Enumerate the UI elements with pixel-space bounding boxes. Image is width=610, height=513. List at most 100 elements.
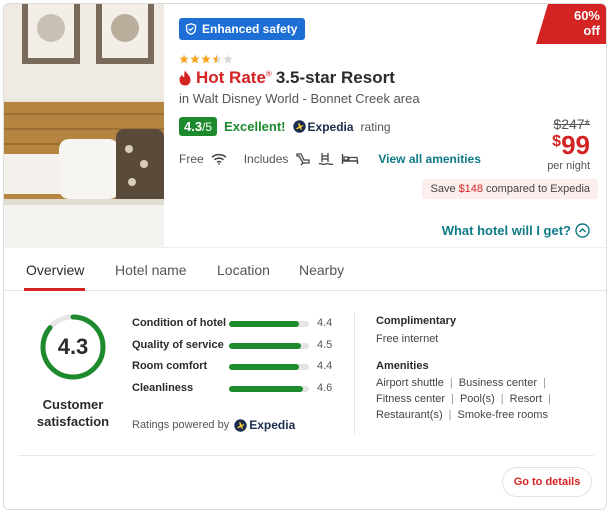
- active-tab-indicator: [24, 288, 85, 291]
- metric-row: Quality of service 4.5: [132, 339, 342, 355]
- metric-bar-track: [229, 364, 309, 370]
- metric-bar-track: [229, 386, 309, 392]
- hotel-location: in Walt Disney World - Bonnet Creek area: [179, 91, 420, 106]
- tab-hotel-name[interactable]: Hotel name: [115, 262, 187, 278]
- detail-tabs: Overview Hotel name Location Nearby: [4, 247, 606, 291]
- amenity-item: Smoke-free rooms: [457, 409, 548, 421]
- tab-location[interactable]: Location: [217, 262, 270, 278]
- complimentary-item: Free internet: [376, 333, 439, 345]
- metric-bar-fill: [229, 386, 303, 392]
- view-all-amenities-link[interactable]: View all amenities: [378, 152, 481, 166]
- save-suffix: compared to Expedia: [486, 183, 590, 195]
- tab-overview[interactable]: Overview: [26, 262, 84, 278]
- hotel-title-row[interactable]: Hot Rate® 3.5-star Resort: [178, 68, 395, 88]
- metric-bar-fill: [229, 343, 301, 349]
- amenity-separator: |: [451, 393, 454, 405]
- amenities-row: Free Includes View all amenities: [179, 152, 481, 166]
- powered-prefix: Ratings powered by: [132, 419, 230, 431]
- metric-label: Room comfort: [132, 360, 208, 372]
- save-amount: $148: [458, 183, 484, 195]
- amenities-line: Airport shuttle | Business center |: [376, 377, 552, 389]
- metric-row: Room comfort 4.4: [132, 360, 342, 376]
- expedia-plane-icon: [234, 418, 247, 432]
- discount-suffix: off: [583, 23, 600, 38]
- metric-row: Cleanliness 4.6: [132, 382, 342, 398]
- amenity-item: Restaurant(s): [376, 409, 443, 421]
- star-icon-full: [201, 54, 211, 64]
- what-hotel-label: What hotel will I get?: [441, 223, 571, 238]
- free-label: Free: [179, 152, 204, 166]
- price-value: 99: [561, 130, 590, 160]
- expedia-text: Expedia: [307, 119, 354, 134]
- satisfaction-score: 4.3: [57, 334, 89, 359]
- discount-value: 60%: [573, 8, 600, 23]
- amenities-line: Fitness center | Pool(s) | Resort |: [376, 393, 557, 405]
- shield-icon: [185, 23, 197, 35]
- amenity-separator: |: [449, 377, 453, 389]
- amenities-line: Restaurant(s) | Smoke-free rooms: [376, 409, 548, 421]
- price-currency: $: [552, 133, 562, 150]
- bed-icon: [342, 154, 359, 164]
- horizontal-divider: [18, 455, 594, 456]
- pool-icon: [319, 153, 334, 166]
- metric-value: 4.4: [317, 360, 333, 372]
- hotel-photo[interactable]: [4, 4, 164, 247]
- hot-rate-text: Hot Rate: [196, 68, 266, 87]
- amenity-item: Resort: [509, 393, 543, 405]
- metric-value: 4.5: [317, 339, 333, 351]
- current-price: $99: [552, 130, 590, 161]
- hotel-title: 3.5-star Resort: [275, 68, 395, 87]
- star-icon-full: [190, 54, 200, 64]
- rating-word: Excellent!: [224, 119, 286, 134]
- discount-text: 60% off: [550, 8, 600, 38]
- what-hotel-toggle[interactable]: What hotel will I get?: [442, 223, 590, 238]
- metric-label: Condition of hotel: [132, 317, 227, 329]
- star-icon-half: [212, 54, 222, 64]
- discount-ribbon: 60% off: [536, 4, 606, 44]
- complimentary-title: Complimentary: [376, 315, 457, 327]
- metric-row: Condition of hotel 4.4: [132, 317, 342, 333]
- hotel-photo-image: [4, 4, 164, 247]
- wifi-icon: [211, 153, 227, 165]
- tab-nearby[interactable]: Nearby: [299, 262, 344, 278]
- satisfaction-label-line2: satisfaction: [36, 414, 110, 429]
- rating-score-badge: 4.3/5: [179, 117, 218, 136]
- amenity-item: Business center: [458, 377, 537, 389]
- includes-label: Includes: [243, 152, 289, 166]
- star-rating: [179, 54, 233, 64]
- expedia-plane-icon: [292, 120, 306, 133]
- amenity-item: Pool(s): [459, 393, 495, 405]
- amenity-item: Fitness center: [376, 393, 446, 405]
- satisfaction-label: Customer satisfaction: [28, 396, 118, 430]
- metric-value: 4.4: [317, 317, 333, 329]
- rating-score: 4.3: [184, 119, 203, 134]
- metric-value: 4.6: [317, 382, 333, 394]
- rating-suffix: rating: [360, 119, 391, 134]
- hotel-card: 60% off Enhanced safety Hot Rate® 3.5-st…: [3, 3, 607, 510]
- hot-rate-label: Hot Rate®: [196, 68, 272, 88]
- amenity-item: Airport shuttle: [376, 377, 444, 389]
- amenity-separator: |: [500, 393, 504, 405]
- hot-rate-mark: ®: [265, 69, 272, 79]
- metric-bar-fill: [229, 321, 300, 327]
- star-icon-full: [179, 54, 189, 64]
- metric-bar-fill: [229, 364, 300, 370]
- amenity-separator: |: [543, 377, 546, 389]
- expedia-text: Expedia: [249, 418, 296, 432]
- rating-row: 4.3/5 Excellent! Expedia rating: [179, 117, 391, 136]
- enhanced-safety-label: Enhanced safety: [202, 22, 298, 36]
- amenity-separator: |: [548, 393, 551, 405]
- go-to-details-button[interactable]: Go to details: [502, 467, 592, 497]
- expedia-logo: Expedia: [234, 418, 295, 432]
- amenities-title: Amenities: [376, 360, 429, 372]
- airport-shuttle-icon: [296, 153, 311, 166]
- enhanced-safety-badge: Enhanced safety: [179, 18, 306, 40]
- expedia-logo: Expedia: [292, 119, 354, 134]
- metric-bar-track: [229, 321, 309, 327]
- star-icon-empty: [223, 54, 233, 64]
- satisfaction-label-line1: Customer: [42, 397, 104, 412]
- metric-bar-track: [229, 343, 309, 349]
- metric-label: Quality of service: [132, 339, 224, 351]
- savings-note: Save $148 compared to Expedia: [422, 179, 598, 199]
- save-prefix: Save: [430, 183, 456, 195]
